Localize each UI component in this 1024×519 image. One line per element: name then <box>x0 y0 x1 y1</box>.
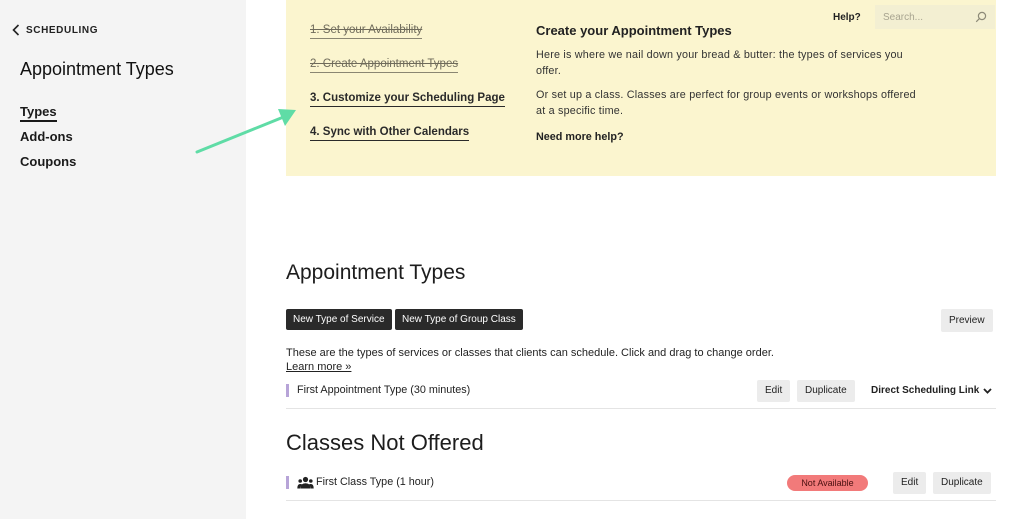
sidebar-item-types[interactable]: Types <box>20 104 76 129</box>
drag-handle[interactable] <box>286 476 289 489</box>
onboarding-title: Create your Appointment Types <box>536 23 732 38</box>
onboarding-info: Create your Appointment Types Here is wh… <box>536 23 916 145</box>
back-to-scheduling-link[interactable]: SCHEDULING <box>12 24 98 36</box>
sidebar-item-coupons[interactable]: Coupons <box>20 154 76 179</box>
status-badge: Not Available <box>787 475 868 491</box>
group-icon <box>297 476 314 489</box>
appointment-types-description: These are the types of services or class… <box>286 347 774 359</box>
appointment-type-label: First Appointment Type (30 minutes) <box>297 384 471 396</box>
need-more-help-link[interactable]: Need more help? <box>536 131 624 143</box>
step-label: 2. Create Appointment Types <box>310 58 459 73</box>
step-sync-calendars[interactable]: 4. Sync with Other Calendars <box>310 126 505 160</box>
step-label: 1. Set your Availability <box>310 24 423 39</box>
search-box[interactable] <box>875 5 995 29</box>
edit-button[interactable]: Edit <box>893 472 927 494</box>
chevron-left-icon <box>12 24 20 36</box>
duplicate-button[interactable]: Duplicate <box>933 472 991 494</box>
preview-button[interactable]: Preview <box>941 309 993 332</box>
step-create-appointment-types[interactable]: 2. Create Appointment Types <box>310 58 505 92</box>
class-type-label: First Class Type (1 hour) <box>316 476 435 488</box>
search-icon <box>975 11 987 23</box>
class-type-row[interactable]: First Class Type (1 hour) <box>286 476 996 501</box>
onboarding-steps: 1. Set your Availability 2. Create Appoi… <box>310 24 505 160</box>
sidebar-item-label: Add-ons <box>20 129 73 144</box>
step-set-availability[interactable]: 1. Set your Availability <box>310 24 505 58</box>
new-type-of-service-button[interactable]: New Type of Service <box>286 309 392 330</box>
direct-scheduling-link-label: Direct Scheduling Link <box>871 385 980 396</box>
page-title: Appointment Types <box>286 261 466 284</box>
sidebar-item-label: Coupons <box>20 154 77 169</box>
onboarding-paragraph: Or set up a class. Classes are perfect f… <box>536 89 916 117</box>
new-type-of-group-class-button[interactable]: New Type of Group Class <box>395 309 523 330</box>
edit-button[interactable]: Edit <box>757 380 791 402</box>
sidebar-nav: Types Add-ons Coupons <box>20 104 76 179</box>
direct-scheduling-link-dropdown[interactable]: Direct Scheduling Link <box>871 385 993 396</box>
step-label: 4. Sync with Other Calendars <box>310 126 470 141</box>
duplicate-button[interactable]: Duplicate <box>797 380 855 402</box>
back-label: SCHEDULING <box>26 24 99 36</box>
classes-not-offered-title: Classes Not Offered <box>286 430 484 455</box>
drag-handle[interactable] <box>286 384 289 397</box>
sidebar-item-label: Types <box>20 104 57 122</box>
onboarding-paragraph: Here is where we nail down your bread & … <box>536 49 903 77</box>
help-link[interactable]: Help? <box>833 12 861 23</box>
step-label: 3. Customize your Scheduling Page <box>310 92 505 107</box>
search-input[interactable] <box>883 11 973 23</box>
arrow-icon <box>195 109 296 154</box>
sidebar: SCHEDULING Appointment Types Types Add-o… <box>0 0 246 519</box>
chevron-down-icon <box>983 387 993 394</box>
learn-more-link[interactable]: Learn more » <box>286 361 351 373</box>
step-customize-scheduling-page[interactable]: 3. Customize your Scheduling Page <box>310 92 505 126</box>
sidebar-title: Appointment Types <box>20 59 174 79</box>
sidebar-item-add-ons[interactable]: Add-ons <box>20 129 76 154</box>
